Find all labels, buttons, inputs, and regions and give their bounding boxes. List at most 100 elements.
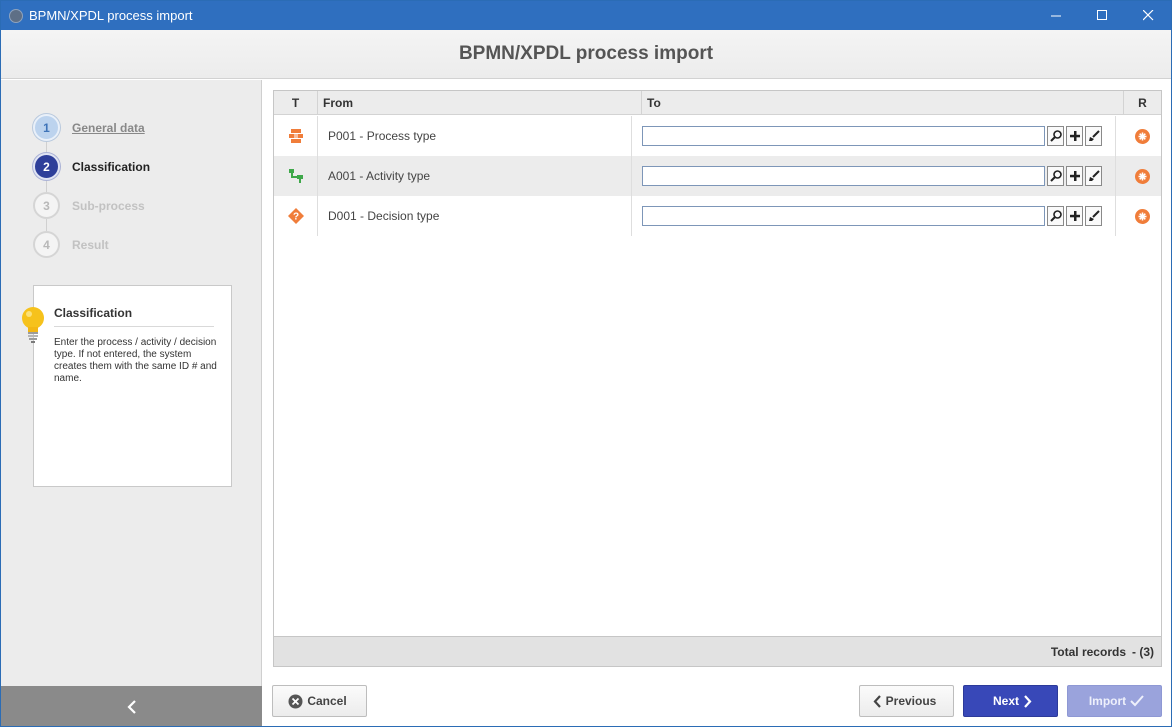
import-window: BPMN/XPDL process import BPMN/XPDL proce… (0, 0, 1172, 727)
title-bar: BPMN/XPDL process import (1, 1, 1171, 30)
column-divider (631, 116, 632, 156)
column-divider (1115, 116, 1116, 156)
clear-button[interactable] (1085, 126, 1102, 146)
search-button[interactable] (1047, 126, 1064, 146)
previous-label: Previous (885, 694, 937, 708)
search-button[interactable] (1047, 166, 1064, 186)
column-header-t[interactable]: T (274, 91, 318, 115)
import-button[interactable]: Import (1067, 685, 1162, 717)
add-button[interactable] (1066, 166, 1083, 186)
column-header-r[interactable]: R (1124, 91, 1161, 115)
table-row[interactable]: P001 - Process type (274, 116, 1161, 156)
column-divider (1115, 156, 1116, 196)
column-divider (1115, 196, 1116, 236)
main-content: T From To R P001 - Process type A001 - A… (263, 80, 1171, 726)
required-icon (1135, 128, 1150, 144)
close-icon (1142, 10, 1153, 21)
search-icon (1049, 210, 1062, 222)
collapse-sidebar-button[interactable] (1, 686, 262, 726)
to-cell (642, 116, 1112, 156)
to-field[interactable] (642, 166, 1045, 186)
step-number: 3 (33, 192, 60, 219)
plus-icon (1069, 171, 1080, 181)
required-cell (1124, 116, 1161, 156)
required-cell (1124, 156, 1161, 196)
step-label: Sub-process (72, 198, 145, 213)
column-header-from[interactable]: From (318, 91, 642, 115)
column-divider (631, 156, 632, 196)
step-sub-process: 3 Sub-process (33, 186, 150, 225)
import-label: Import (1088, 694, 1127, 708)
grid-footer: Total records - (3) (274, 636, 1161, 666)
to-field[interactable] (642, 126, 1045, 146)
next-label: Next (992, 694, 1019, 708)
previous-button[interactable]: Previous (859, 685, 954, 717)
minimize-button[interactable] (1033, 1, 1079, 30)
table-row[interactable]: A001 - Activity type (274, 156, 1161, 196)
table-row[interactable]: ? D001 - Decision type (274, 196, 1161, 236)
to-field[interactable] (642, 206, 1045, 226)
from-cell: D001 - Decision type (328, 196, 628, 236)
grid-header: T From To R (274, 91, 1161, 115)
column-header-to[interactable]: To (642, 91, 1124, 115)
step-label: General data (72, 120, 145, 135)
wizard-header: BPMN/XPDL process import (1, 30, 1171, 79)
step-number: 1 (33, 114, 60, 141)
cancel-button[interactable]: Cancel (272, 685, 367, 717)
window-controls (1033, 1, 1171, 30)
type-cell (274, 116, 318, 156)
chevron-right-icon (1024, 694, 1032, 708)
lightbulb-icon (22, 307, 44, 343)
add-button[interactable] (1066, 126, 1083, 146)
maximize-icon (1096, 10, 1107, 20)
cancel-icon (288, 694, 303, 708)
clear-button[interactable] (1085, 166, 1102, 186)
minimize-icon (1050, 15, 1061, 17)
clear-button[interactable] (1085, 206, 1102, 226)
hint-panel: Classification Enter the process / activ… (22, 285, 232, 487)
app-icon (9, 8, 23, 23)
type-cell: ? (274, 196, 318, 236)
step-general-data[interactable]: 1 General data (33, 108, 150, 147)
step-classification: 2 Classification (33, 147, 150, 186)
column-divider (317, 196, 318, 236)
hint-text: Enter the process / activity / decision … (54, 337, 217, 384)
checkmark-icon (1130, 695, 1144, 707)
window-title: BPMN/XPDL process import (29, 8, 193, 23)
hint-title: Classification (54, 306, 214, 327)
column-divider (317, 156, 318, 196)
eraser-icon (1088, 130, 1100, 141)
step-label: Classification (72, 159, 151, 174)
search-icon (1049, 170, 1062, 182)
column-divider (317, 116, 318, 156)
search-icon (1049, 130, 1062, 142)
step-number: 4 (33, 231, 60, 258)
chevron-left-icon (126, 699, 136, 714)
from-text: P001 - Process type (328, 129, 437, 143)
svg-text:?: ? (293, 212, 299, 223)
plus-icon (1069, 131, 1080, 141)
close-button[interactable] (1125, 1, 1171, 30)
step-label: Result (72, 237, 109, 252)
eraser-icon (1088, 210, 1100, 221)
cancel-label: Cancel (307, 694, 347, 708)
search-button[interactable] (1047, 206, 1064, 226)
process-type-icon (289, 129, 303, 143)
step-list: 1 General data 2 Classification 3 Sub-pr… (33, 108, 150, 264)
add-button[interactable] (1066, 206, 1083, 226)
total-records-label: Total records (1050, 644, 1126, 659)
classification-grid: T From To R P001 - Process type A001 - A… (273, 90, 1162, 667)
from-cell: A001 - Activity type (328, 156, 628, 196)
to-cell (642, 156, 1112, 196)
chevron-left-icon (873, 694, 881, 708)
type-cell (274, 156, 318, 196)
required-cell (1124, 196, 1161, 236)
required-icon (1135, 208, 1150, 224)
activity-type-icon (289, 169, 303, 183)
page-title: BPMN/XPDL process import (458, 43, 714, 64)
maximize-button[interactable] (1079, 1, 1125, 30)
from-text: D001 - Decision type (328, 209, 440, 223)
from-text: A001 - Activity type (328, 169, 431, 183)
next-button[interactable]: Next (963, 685, 1058, 717)
eraser-icon (1088, 170, 1100, 181)
